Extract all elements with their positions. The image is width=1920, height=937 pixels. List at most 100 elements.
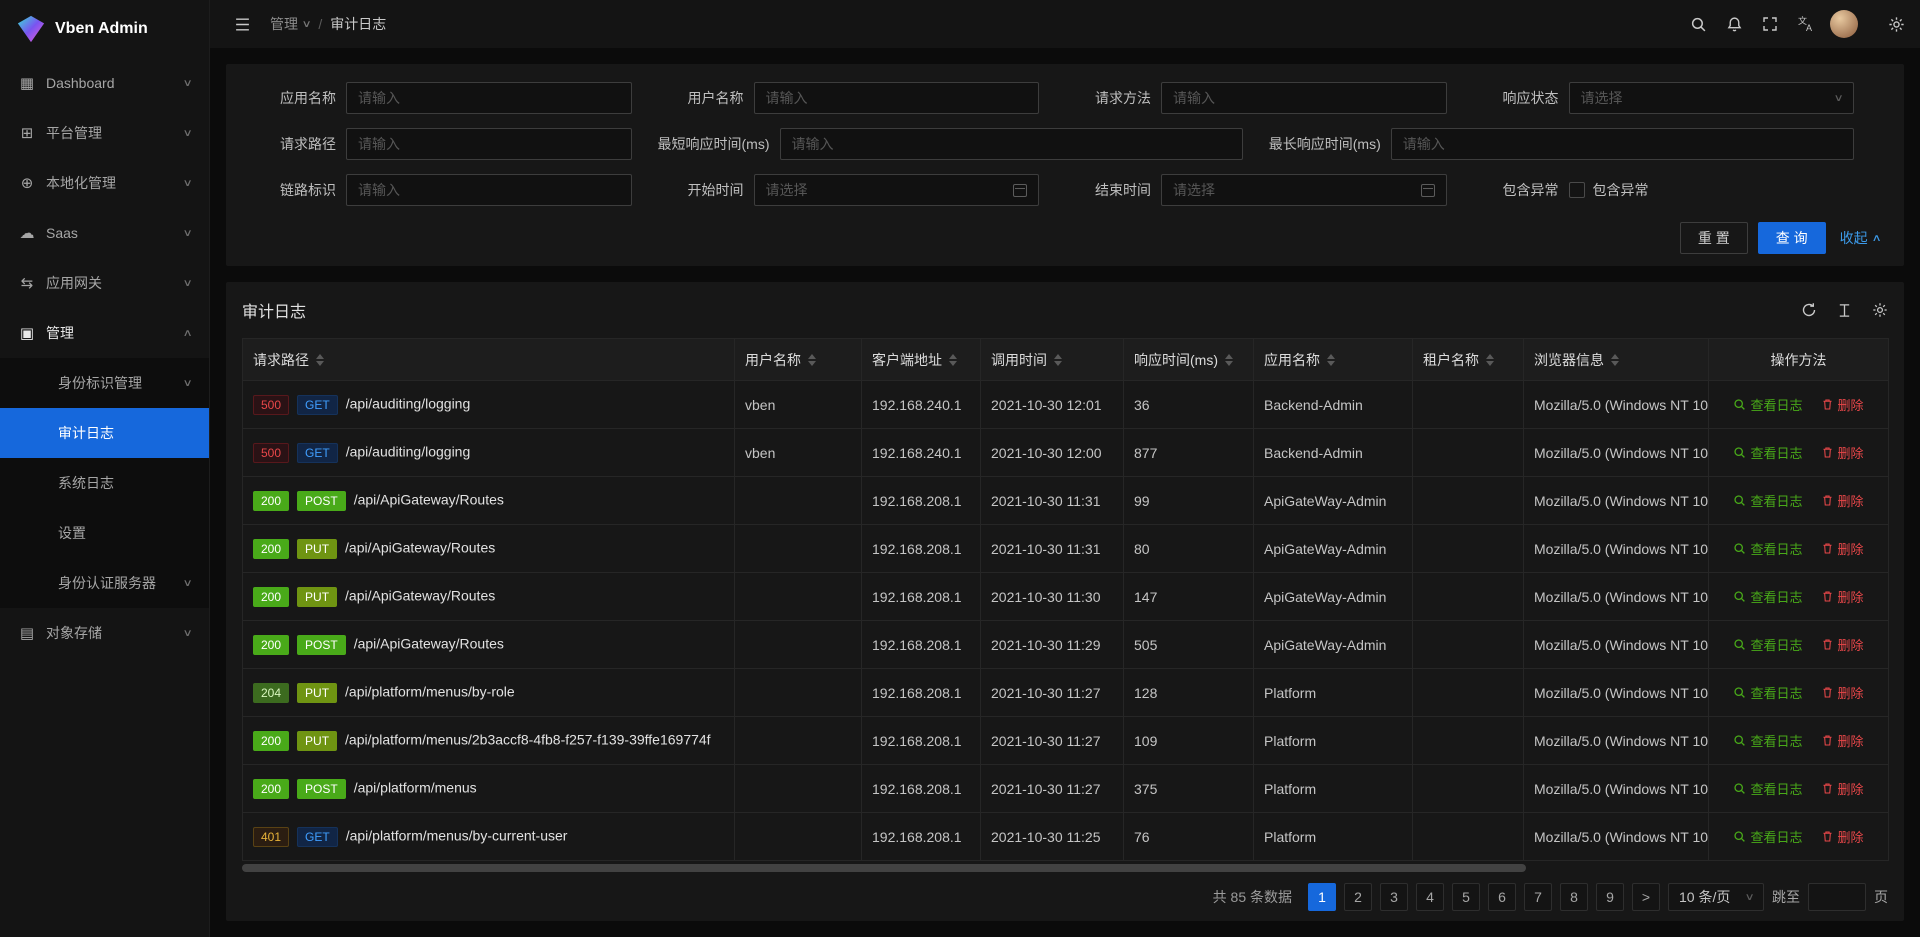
sidebar-item-manage[interactable]: ▣管理∧ [0, 308, 209, 358]
column-header-duration[interactable]: 响应时间(ms) [1124, 339, 1254, 381]
cell-path: 401GET/api/platform/menus/by-current-use… [243, 813, 735, 861]
chevron-down-icon: ∨ [1744, 892, 1754, 903]
column-header-browser[interactable]: 浏览器信息 [1524, 339, 1709, 381]
app-name-input[interactable]: 请输入 [346, 82, 632, 114]
search-button[interactable]: 查 询 [1758, 222, 1826, 254]
filter-field-request-path: 请求路径请输入 [250, 128, 658, 160]
page-button-6[interactable]: 6 [1488, 883, 1516, 911]
settings-gear-icon[interactable] [1878, 0, 1914, 48]
view-log-link[interactable]: 查看日志 [1733, 587, 1802, 606]
view-log-link[interactable]: 查看日志 [1733, 443, 1802, 462]
horizontal-scrollbar[interactable] [242, 864, 1888, 872]
sidebar-item-dashboard[interactable]: ▦Dashboard∨ [0, 58, 209, 108]
sidebar-subitem-auth-server[interactable]: 身份认证服务器∨ [0, 558, 209, 608]
view-log-link[interactable]: 查看日志 [1733, 491, 1802, 510]
delete-link[interactable]: 删除 [1821, 827, 1864, 846]
sidebar-item-storage[interactable]: ▤对象存储∨ [0, 608, 209, 658]
trace-id-input[interactable]: 请输入 [346, 174, 632, 206]
delete-link[interactable]: 删除 [1821, 491, 1864, 510]
placeholder-text: 请输入 [358, 88, 400, 108]
view-log-link[interactable]: 查看日志 [1733, 539, 1802, 558]
avatar[interactable] [1830, 10, 1858, 38]
language-icon[interactable]: 文A [1788, 0, 1824, 48]
sidebar-subitem-audit-log[interactable]: 审计日志 [0, 408, 209, 458]
checkbox-icon[interactable] [1569, 182, 1585, 198]
jump-page-input[interactable] [1808, 883, 1866, 911]
sidebar-subitem-identity[interactable]: 身份标识管理∨ [0, 358, 209, 408]
reset-button[interactable]: 重 置 [1680, 222, 1748, 254]
cell-duration: 36 [1124, 381, 1254, 429]
view-log-link[interactable]: 查看日志 [1733, 779, 1802, 798]
search-icon[interactable] [1680, 0, 1716, 48]
sidebar-subitem-system-log[interactable]: 系统日志 [0, 458, 209, 508]
sidebar-item-platform[interactable]: ⊞平台管理∨ [0, 108, 209, 158]
page-button-4[interactable]: 4 [1416, 883, 1444, 911]
delete-link[interactable]: 删除 [1821, 539, 1864, 558]
delete-label: 删除 [1838, 539, 1864, 558]
sidebar-item-saas[interactable]: ☁Saas∨ [0, 208, 209, 258]
request-path-text: /api/ApiGateway/Routes [354, 491, 504, 507]
column-settings-icon[interactable] [1872, 302, 1888, 318]
user-name-input[interactable]: 请输入 [754, 82, 1040, 114]
sidebar-subitem-settings[interactable]: 设置 [0, 508, 209, 558]
fullscreen-icon[interactable] [1752, 0, 1788, 48]
page-size-select[interactable]: 10 条/页∨ [1668, 883, 1764, 911]
page-button-5[interactable]: 5 [1452, 883, 1480, 911]
page-button-8[interactable]: 8 [1560, 883, 1588, 911]
breadcrumb-label: 管理 [270, 14, 298, 34]
delete-link[interactable]: 删除 [1821, 731, 1864, 750]
page-button-7[interactable]: 7 [1524, 883, 1552, 911]
page-button-1[interactable]: 1 [1308, 883, 1336, 911]
breadcrumb-item-manage[interactable]: 管理 ∨ [270, 14, 310, 34]
delete-link[interactable]: 删除 [1821, 587, 1864, 606]
view-log-link[interactable]: 查看日志 [1733, 827, 1802, 846]
refresh-icon[interactable] [1801, 302, 1817, 318]
max-response-time-input[interactable]: 请输入 [1391, 128, 1854, 160]
next-page-button[interactable]: > [1632, 883, 1660, 911]
end-time-date-picker[interactable]: 请选择 [1161, 174, 1447, 206]
request-path-text: /api/platform/menus/2b3accf8-4fb8-f257-f… [345, 731, 711, 747]
view-log-link[interactable]: 查看日志 [1733, 731, 1802, 750]
cell-actions: 查看日志删除 [1709, 573, 1889, 621]
column-header-time[interactable]: 调用时间 [981, 339, 1124, 381]
page-button-2[interactable]: 2 [1344, 883, 1372, 911]
sidebar-item-localization[interactable]: ⊕本地化管理∨ [0, 158, 209, 208]
cell-path: 500GET/api/auditing/logging [243, 429, 735, 477]
cell-path: 200POST/api/ApiGateway/Routes [243, 621, 735, 669]
sidebar-item-gateway[interactable]: ⇆应用网关∨ [0, 258, 209, 308]
min-response-time-input[interactable]: 请输入 [780, 128, 1243, 160]
delete-link[interactable]: 删除 [1821, 443, 1864, 462]
cell-client: 192.168.208.1 [862, 621, 981, 669]
view-log-link[interactable]: 查看日志 [1733, 395, 1802, 414]
collapse-link[interactable]: 收起∧ [1840, 228, 1880, 248]
column-header-path[interactable]: 请求路径 [243, 339, 735, 381]
view-log-label: 查看日志 [1750, 635, 1802, 654]
column-header-tenant[interactable]: 租户名称 [1413, 339, 1524, 381]
cell-browser: Mozilla/5.0 (Windows NT 10.0; Win [1524, 813, 1709, 861]
scrollbar-thumb[interactable] [242, 864, 1526, 872]
column-header-app[interactable]: 应用名称 [1254, 339, 1413, 381]
delete-link[interactable]: 删除 [1821, 683, 1864, 702]
column-header-user[interactable]: 用户名称 [735, 339, 862, 381]
response-status-select[interactable]: 请选择∨ [1569, 82, 1855, 114]
menu-fold-icon[interactable] [224, 0, 260, 48]
delete-link[interactable]: 删除 [1821, 395, 1864, 414]
include-exception-checkbox[interactable]: 包含异常 [1569, 180, 1649, 200]
page-button-3[interactable]: 3 [1380, 883, 1408, 911]
view-log-link[interactable]: 查看日志 [1733, 683, 1802, 702]
logo[interactable]: Vben Admin [0, 0, 209, 58]
filter-field-include-exception: 包含异常包含异常 [1473, 174, 1881, 206]
cell-user [735, 765, 862, 813]
request-path-input[interactable]: 请输入 [346, 128, 632, 160]
request-method-input[interactable]: 请输入 [1161, 82, 1447, 114]
delete-link[interactable]: 删除 [1821, 635, 1864, 654]
view-log-link[interactable]: 查看日志 [1733, 635, 1802, 654]
delete-link[interactable]: 删除 [1821, 779, 1864, 798]
header: 管理 ∨ / 审计日志 文A [210, 0, 1920, 48]
notification-bell-icon[interactable] [1716, 0, 1752, 48]
page-button-9[interactable]: 9 [1596, 883, 1624, 911]
row-height-icon[interactable] [1837, 303, 1852, 318]
column-header-client[interactable]: 客户端地址 [862, 339, 981, 381]
cell-client: 192.168.240.1 [862, 381, 981, 429]
start-time-date-picker[interactable]: 请选择 [754, 174, 1040, 206]
